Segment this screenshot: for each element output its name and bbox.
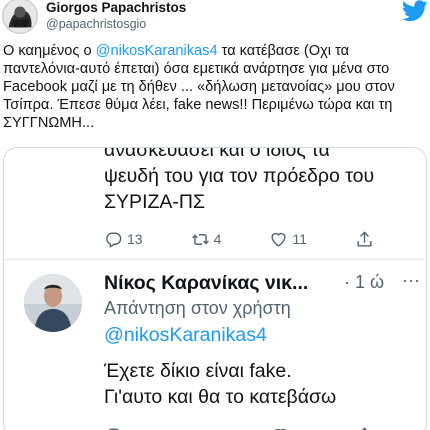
twitter-bird-icon — [402, 0, 428, 22]
author-name[interactable]: Giorgos Papachristos — [46, 0, 186, 15]
reply-count: 13 — [127, 231, 143, 247]
tweet-text: Ο καημένος ο @nikosKaranikas4 τα κατέβασ… — [3, 42, 429, 132]
avatar-image — [3, 0, 37, 33]
retweet-icon — [195, 429, 203, 430]
reply-text-line: Έχετε δίκιο είναι fake. — [104, 360, 292, 382]
reply-to-handle[interactable]: @nikosKaranikas4 — [104, 324, 267, 347]
share-icon — [357, 230, 372, 247]
avatar-image — [24, 274, 82, 332]
retweet-button[interactable]: 2 — [188, 426, 218, 430]
reply-button[interactable]: 13 — [104, 230, 143, 249]
quoted-text-line: ΣΥΡΙΖΑ-ΠΣ — [104, 191, 206, 213]
like-button[interactable]: 11 — [269, 230, 307, 249]
time-ago: 1 ώ — [355, 272, 385, 292]
tweet-text-part: Ο καημένος ο — [3, 43, 96, 59]
like-count: 11 — [292, 231, 307, 247]
quoted-text-line: ανασκευάσει και ο ίδιος τα — [104, 147, 330, 161]
reply-button[interactable]: 2 — [104, 426, 135, 430]
mention-link[interactable]: @nikosKaranikas4 — [96, 43, 218, 59]
heart-icon — [274, 428, 287, 430]
like-button[interactable]: 2 — [271, 426, 302, 430]
share-button[interactable] — [355, 426, 374, 430]
quoted-tweet-second: Νίκος Καρανίκας νικ... · 1 ώ ··· Απάντησ… — [4, 260, 426, 430]
reply-icon — [107, 427, 120, 430]
share-icon — [361, 426, 368, 430]
share-button[interactable] — [355, 230, 374, 249]
retweet-button[interactable]: 4 — [191, 230, 222, 249]
retweet-count: 4 — [213, 231, 222, 247]
action-bar: 2 2 2 — [104, 424, 374, 430]
heart-icon — [271, 232, 286, 247]
reply-author-avatar[interactable] — [24, 274, 82, 332]
author-handle[interactable]: @papachristosgio — [46, 17, 146, 31]
more-options-icon[interactable]: ··· — [402, 270, 420, 291]
reply-author-name[interactable]: Νίκος Καρανίκας νικ... — [104, 272, 308, 295]
reply-to-label: Απάντηση στον χρήστη — [104, 298, 291, 318]
reply-text-line: Γι'αυτο και θα το κατεβάσω — [104, 386, 337, 408]
quoted-tweet-first: ανασκευάσει και ο ίδιος τα ψευδή του για… — [4, 147, 426, 260]
retweet-icon — [191, 233, 209, 245]
reply-icon — [106, 231, 122, 248]
reply-timestamp[interactable]: · 1 ώ — [344, 272, 384, 293]
action-bar: 13 4 11 — [104, 228, 374, 250]
attached-image[interactable]: ανασκευάσει και ο ίδιος τα ψευδή του για… — [3, 147, 427, 430]
author-avatar[interactable] — [2, 0, 38, 34]
separator-dot: · — [344, 272, 350, 292]
tweet-header: Giorgos Papachristos @papachristosgio — [0, 0, 430, 40]
quoted-text-line: ψευδή του για τον πρόεδρο του — [104, 165, 375, 187]
